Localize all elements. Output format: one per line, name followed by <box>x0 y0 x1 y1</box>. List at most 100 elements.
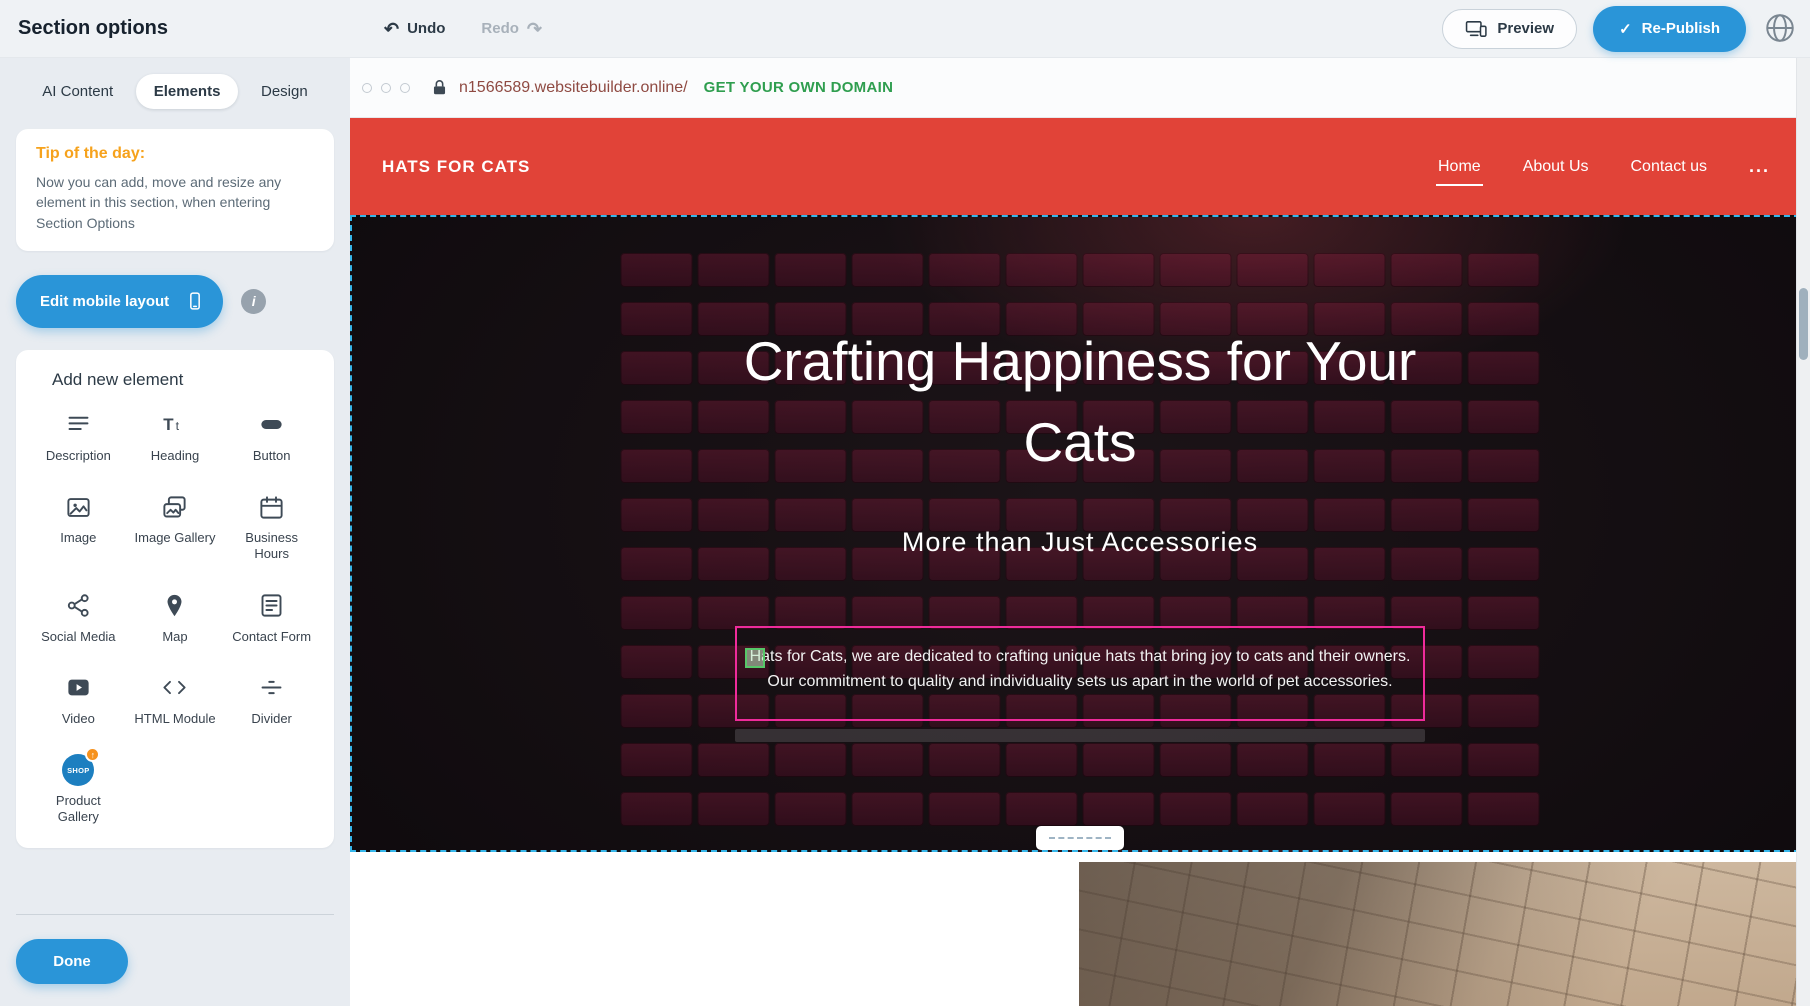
element-grid: Description T t Heading <box>30 410 320 826</box>
topbar: Section options ↶ Undo Redo ↷ P <box>0 0 1810 58</box>
dashed-line-icon <box>1049 837 1111 839</box>
element-resize-handle[interactable] <box>745 648 765 668</box>
html-module-icon <box>161 673 188 703</box>
hero-tile <box>1314 743 1386 777</box>
site-header: HATS FOR CATS Home About Us Contact us .… <box>350 118 1810 215</box>
next-section <box>350 852 1810 1006</box>
edit-mobile-layout-button[interactable]: Edit mobile layout <box>16 275 223 328</box>
site-url[interactable]: n1566589.websitebuilder.online/ <box>459 79 688 97</box>
map-icon <box>161 591 188 621</box>
nav-home[interactable]: Home <box>1436 154 1483 180</box>
site-logo[interactable]: HATS FOR CATS <box>382 157 530 177</box>
undo-button[interactable]: ↶ Undo <box>384 20 445 38</box>
hero-tile <box>1468 498 1540 532</box>
next-section-photo <box>1079 862 1810 1006</box>
section-resize-handle[interactable]: ↑ <box>1036 826 1124 850</box>
social-media-icon <box>65 591 92 621</box>
hero-tile <box>1391 743 1463 777</box>
nav-more-icon[interactable]: ... <box>1747 152 1772 181</box>
element-html-module[interactable]: HTML Module <box>127 673 224 727</box>
element-heading[interactable]: T t Heading <box>127 410 224 464</box>
hero-tile <box>1237 743 1309 777</box>
element-label: HTML Module <box>134 711 215 727</box>
topbar-actions: Preview ✓ Re-Publish <box>1442 6 1798 52</box>
hero-heading[interactable]: Crafting Happiness for Your Cats <box>690 321 1470 483</box>
preview-button[interactable]: Preview <box>1442 9 1577 49</box>
hero-tile <box>621 498 693 532</box>
element-button[interactable]: Button <box>223 410 320 464</box>
element-map[interactable]: Map <box>127 591 224 645</box>
section-options-sidebar: AI Content Elements Design Tip of the da… <box>0 58 350 1006</box>
paragraph-element[interactable]: Hats for Cats, we are dedicated to craft… <box>735 626 1425 721</box>
hero-tile <box>1468 449 1540 483</box>
element-divider[interactable]: Divider <box>223 673 320 727</box>
hero-tile <box>1083 253 1155 287</box>
element-video[interactable]: Video <box>30 673 127 727</box>
element-business-hours[interactable]: Business Hours <box>223 492 320 563</box>
product-gallery-icon: SHOP ↑ <box>62 755 94 785</box>
done-button[interactable]: Done <box>16 939 128 984</box>
redo-icon: ↷ <box>527 20 542 38</box>
element-image-gallery[interactable]: Image Gallery <box>127 492 224 563</box>
sidebar-footer: Done <box>0 914 350 1006</box>
element-contact-form[interactable]: Contact Form <box>223 591 320 645</box>
globe-icon[interactable] <box>1762 11 1798 47</box>
nav-about-us[interactable]: About Us <box>1521 154 1591 180</box>
devices-icon <box>1465 20 1487 38</box>
hero-tile <box>775 498 847 532</box>
add-new-element-card: Add new element Description T t <box>16 350 334 848</box>
page-title: Section options <box>18 17 168 40</box>
get-domain-link[interactable]: GET YOUR OWN DOMAIN <box>704 79 894 96</box>
element-label: Divider <box>251 711 291 727</box>
heading-icon: T t <box>161 410 188 440</box>
tab-ai-content[interactable]: AI Content <box>24 74 131 109</box>
element-description[interactable]: Description <box>30 410 127 464</box>
hero-tile <box>1468 596 1540 630</box>
scrollbar-thumb[interactable] <box>1799 288 1808 360</box>
hero-tile <box>929 792 1001 826</box>
add-element-title: Add new element <box>52 370 320 390</box>
check-icon: ✓ <box>1619 20 1632 38</box>
hero-tile <box>1468 547 1540 581</box>
hero-tile <box>621 351 693 385</box>
app-body: AI Content Elements Design Tip of the da… <box>0 58 1810 1006</box>
tab-elements[interactable]: Elements <box>136 74 239 109</box>
element-label: Map <box>162 629 187 645</box>
description-icon <box>65 410 92 440</box>
element-label: Business Hours <box>229 530 315 563</box>
app-root: Section options ↶ Undo Redo ↷ P <box>0 0 1810 1006</box>
sidebar-tabs: AI Content Elements Design <box>0 58 350 113</box>
hero-tile <box>852 253 924 287</box>
hero-tile <box>929 743 1001 777</box>
svg-text:T: T <box>164 416 175 435</box>
redo-label: Redo <box>481 20 519 37</box>
divider <box>16 914 334 915</box>
button-icon <box>258 410 285 440</box>
hero-tile <box>621 694 693 728</box>
redo-button[interactable]: Redo ↷ <box>481 20 542 38</box>
hero-tile <box>621 449 693 483</box>
republish-button[interactable]: ✓ Re-Publish <box>1593 6 1746 52</box>
info-icon[interactable]: i <box>241 289 266 314</box>
hero-tile <box>1160 743 1232 777</box>
scrollbar-track[interactable] <box>1796 58 1810 1006</box>
browser-bar: n1566589.websitebuilder.online/ GET YOUR… <box>350 58 1810 118</box>
site-nav: Home About Us Contact us ... <box>1436 152 1772 181</box>
hero-tile <box>621 302 693 336</box>
hero-subheading[interactable]: More than Just Accessories <box>902 527 1258 558</box>
element-label: Image Gallery <box>135 530 216 546</box>
tab-design[interactable]: Design <box>243 74 326 109</box>
hero-section[interactable]: Crafting Happiness for Your Cats More th… <box>350 215 1810 852</box>
element-image[interactable]: Image <box>30 492 127 563</box>
element-social-media[interactable]: Social Media <box>30 591 127 645</box>
hero-tile <box>1237 253 1309 287</box>
nav-contact-us[interactable]: Contact us <box>1629 154 1709 180</box>
hero-tile <box>1314 253 1386 287</box>
hero-tile <box>1314 498 1386 532</box>
tip-title: Tip of the day: <box>36 145 314 163</box>
hero-tile <box>621 645 693 679</box>
element-label: Image <box>60 530 96 546</box>
hero-tile <box>1083 743 1155 777</box>
hero-tile <box>698 498 770 532</box>
element-product-gallery[interactable]: SHOP ↑ Product Gallery <box>30 755 127 826</box>
